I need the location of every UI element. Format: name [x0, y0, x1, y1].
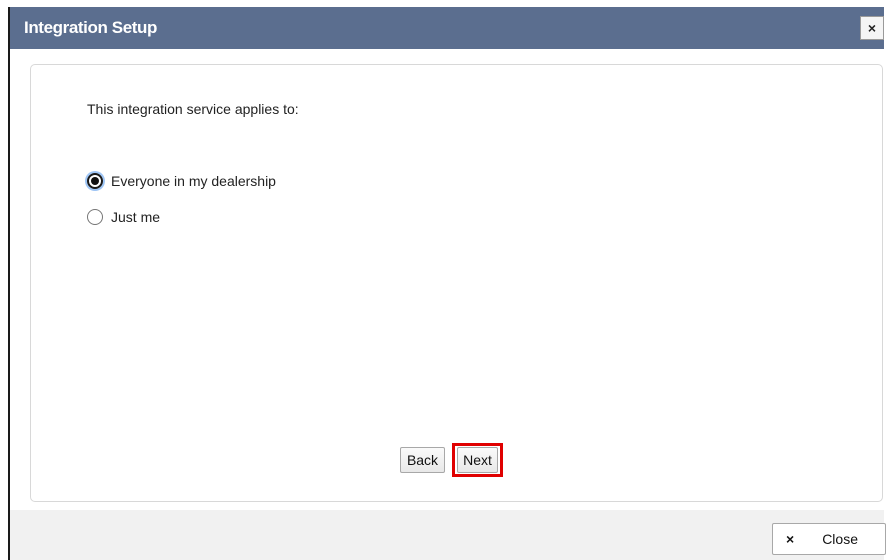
close-button[interactable]: × Close [772, 523, 886, 555]
close-icon[interactable]: × [860, 16, 884, 40]
option-everyone[interactable]: Everyone in my dealership [87, 173, 276, 189]
radio-dot-icon [91, 177, 99, 185]
back-button[interactable]: Back [400, 447, 445, 473]
close-button-label: Close [822, 531, 858, 547]
question-label: This integration service applies to: [87, 101, 299, 117]
next-button-highlight: Next [452, 443, 503, 477]
option-everyone-label: Everyone in my dealership [111, 173, 276, 189]
radio-everyone[interactable] [87, 173, 103, 189]
dialog-titlebar: Integration Setup × [10, 7, 884, 49]
option-just-me-label: Just me [111, 209, 161, 225]
radio-just-me[interactable] [87, 209, 103, 225]
dialog-title: Integration Setup [24, 18, 157, 37]
close-icon: × [786, 531, 795, 547]
option-just-me[interactable]: Just me [87, 209, 160, 225]
integration-setup-dialog: Integration Setup × This integration ser… [8, 7, 886, 560]
next-button[interactable]: Next [457, 447, 498, 473]
dialog-footer: × Close [10, 510, 886, 560]
content-panel: This integration service applies to: Eve… [30, 64, 883, 502]
